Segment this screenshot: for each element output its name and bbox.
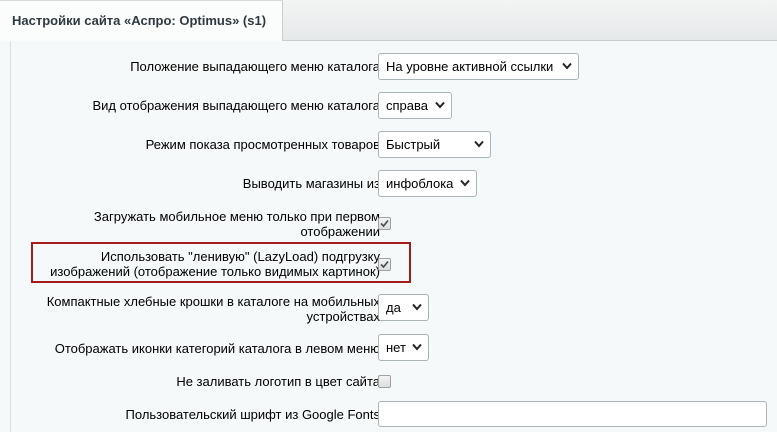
chevron-down-icon	[412, 343, 422, 351]
chevron-down-icon	[460, 179, 470, 187]
setting-label-line: Загружать мобильное меню только при перв…	[93, 209, 380, 224]
category-icons-select[interactable]: нет	[378, 334, 429, 361]
setting-label: Режим показа просмотренных товаров	[145, 137, 380, 152]
setting-label: Отображать иконки категорий каталога в л…	[54, 341, 380, 356]
compact-breadcrumbs-select[interactable]: да	[378, 294, 429, 321]
catalog-menu-view-select[interactable]: справа	[378, 92, 452, 119]
select-value: да	[386, 300, 401, 315]
setting-row-google-font: Пользовательский шрифт из Google Fonts	[11, 401, 777, 427]
viewed-products-mode-select[interactable]: Быстрый	[378, 131, 491, 158]
logo-color-checkbox[interactable]	[378, 375, 391, 388]
checkmark-icon	[380, 219, 389, 228]
select-value: инфоблока	[386, 176, 454, 191]
setting-row-viewed-products-mode: Режим показа просмотренных товаров Быстр…	[11, 131, 777, 158]
setting-label: Не заливать логотип в цвет сайта	[176, 374, 380, 389]
settings-panel: Положение выпадающего меню каталога На у…	[10, 41, 777, 432]
setting-label-line: отображении	[300, 224, 380, 239]
tab-bar: Настройки сайта «Аспро: Optimus» (s1)	[0, 0, 777, 41]
setting-label: Загружать мобильное меню только при перв…	[94, 209, 380, 239]
setting-row-logo-color: Не заливать логотип в цвет сайта	[11, 374, 777, 390]
setting-row-catalog-menu-view: Вид отображения выпадающего меню каталог…	[11, 92, 777, 119]
setting-label: Вид отображения выпадающего меню каталог…	[92, 98, 380, 113]
mobile-menu-load-checkbox[interactable]	[378, 217, 391, 230]
google-font-input[interactable]	[378, 401, 767, 427]
chevron-down-icon	[474, 140, 484, 148]
chevron-down-icon	[412, 303, 422, 311]
setting-label-line: устройствах	[306, 309, 380, 324]
select-value: Быстрый	[386, 137, 441, 152]
setting-row-compact-breadcrumbs: Компактные хлебные крошки в каталоге на …	[11, 292, 777, 324]
chevron-down-icon	[562, 62, 572, 70]
select-value: нет	[386, 340, 406, 355]
highlight-frame	[31, 242, 411, 283]
setting-label: Пользовательский шрифт из Google Fonts	[125, 407, 380, 422]
setting-row-stores-source: Выводить магазины из инфоблока	[11, 170, 777, 197]
setting-label: Выводить магазины из	[242, 176, 380, 191]
tab-label: Настройки сайта «Аспро: Optimus» (s1)	[12, 13, 267, 28]
setting-row-catalog-menu-position: Положение выпадающего меню каталога На у…	[11, 53, 777, 80]
select-value: На уровне активной ссылки	[386, 59, 554, 74]
catalog-menu-position-select[interactable]: На уровне активной ссылки	[378, 53, 579, 80]
tab-site-settings[interactable]: Настройки сайта «Аспро: Optimus» (s1)	[0, 0, 283, 41]
setting-label: Компактные хлебные крошки в каталоге на …	[47, 294, 380, 324]
stores-source-select[interactable]: инфоблока	[378, 170, 477, 197]
setting-row-category-icons: Отображать иконки категорий каталога в л…	[11, 334, 777, 361]
setting-label-line: Компактные хлебные крошки в каталоге на …	[46, 294, 380, 309]
chevron-down-icon	[435, 101, 445, 109]
select-value: справа	[386, 98, 428, 113]
setting-label: Положение выпадающего меню каталога	[130, 59, 380, 74]
setting-row-mobile-menu-load: Загружать мобильное меню только при перв…	[11, 208, 777, 240]
